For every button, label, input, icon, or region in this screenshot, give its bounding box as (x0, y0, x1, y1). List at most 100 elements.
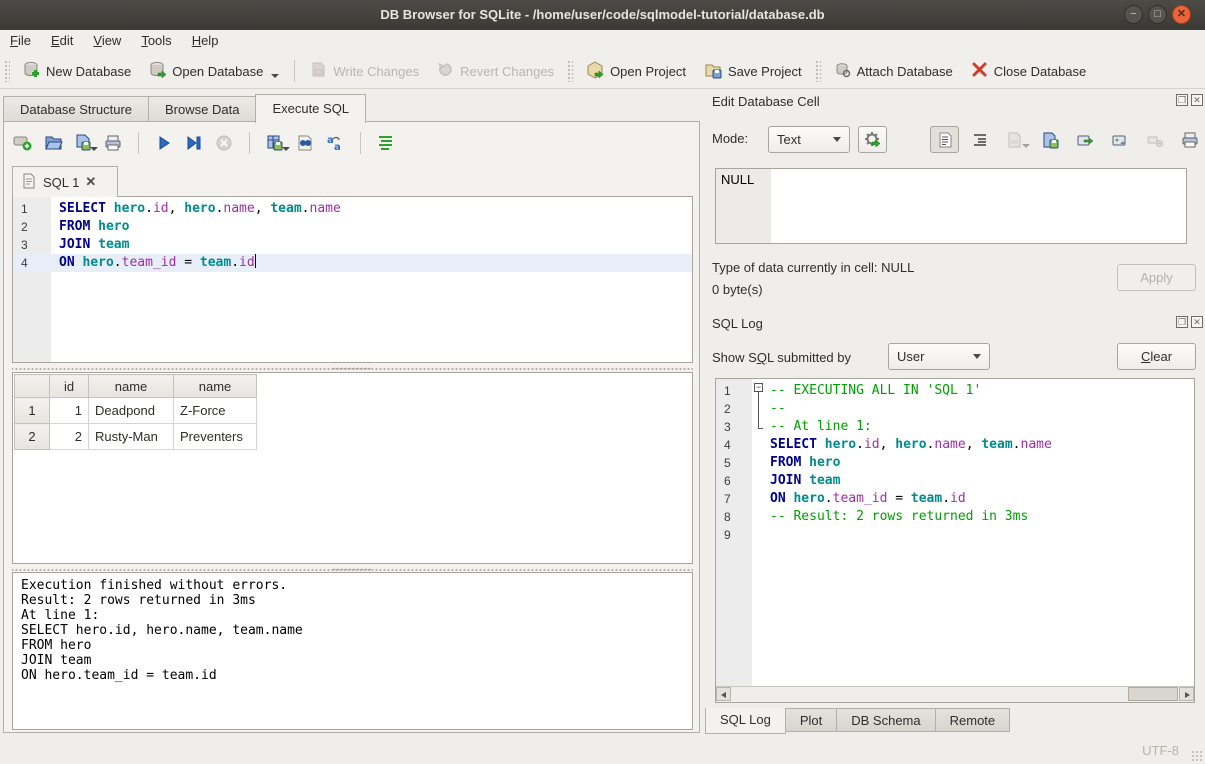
scroll-right-icon[interactable] (1179, 687, 1194, 701)
close-button[interactable]: ✕ (1172, 5, 1191, 24)
execute-current-line-icon[interactable] (183, 132, 205, 154)
menu-tools[interactable]: Tools (131, 30, 181, 54)
editor-results-splitter[interactable] (12, 365, 693, 371)
menu-bar: FileEditViewToolsHelp (0, 30, 1205, 54)
cell-mode-value: Text (777, 132, 801, 147)
column-header-name[interactable]: name (89, 375, 174, 398)
scrollbar-thumb[interactable] (1128, 687, 1178, 701)
new-sql-tab-icon[interactable] (12, 132, 34, 154)
new-database-button[interactable]: New Database (14, 57, 140, 85)
format-sql-icon[interactable] (375, 132, 397, 154)
table-cell[interactable]: Z-Force (174, 398, 257, 424)
menu-help[interactable]: Help (182, 30, 229, 54)
float-dock-icon[interactable]: ❐ (1176, 316, 1188, 328)
menu-edit[interactable]: Edit (41, 30, 83, 54)
table-row[interactable]: 22Rusty-ManPreventers (15, 424, 257, 450)
float-dock-icon[interactable]: ❐ (1176, 94, 1188, 106)
tab-database-structure[interactable]: Database Structure (3, 96, 148, 122)
toolbar-separator (249, 132, 250, 154)
table-cell[interactable]: Deadpond (89, 398, 174, 424)
minimize-button[interactable]: − (1124, 5, 1143, 24)
text-view-icon[interactable] (930, 126, 959, 153)
sql-editor-tab[interactable]: SQL 1 ✕ (12, 166, 118, 197)
bottom-tab-remote[interactable]: Remote (936, 708, 1011, 732)
row-header[interactable]: 1 (15, 398, 50, 424)
log-filter-combo[interactable]: User (888, 343, 990, 370)
set-null-icon[interactable] (1140, 126, 1169, 153)
close-tab-icon[interactable]: ✕ (85, 174, 96, 190)
menu-view[interactable]: View (83, 30, 131, 54)
execution-message-line: Execution finished without errors. (21, 578, 684, 593)
open-sql-file-icon[interactable] (42, 132, 64, 154)
execution-message-box[interactable]: Execution finished without errors.Result… (12, 572, 693, 730)
close-database-button[interactable]: Close Database (962, 57, 1096, 85)
column-header-name[interactable]: name (174, 375, 257, 398)
table-row[interactable]: 11DeadpondZ-Force (15, 398, 257, 424)
save-sql-file-icon[interactable] (72, 132, 94, 154)
maximize-button[interactable]: □ (1148, 5, 1167, 24)
cell-mode-combo[interactable]: Text (768, 126, 850, 153)
log-line: 1-- EXECUTING ALL IN 'SQL 1' (716, 382, 1194, 400)
find-icon[interactable] (294, 132, 316, 154)
close-dock-icon[interactable]: ✕ (1191, 94, 1203, 106)
menu-file[interactable]: File (0, 30, 41, 54)
open-project-button[interactable]: Open Project (577, 57, 695, 86)
clear-log-button[interactable]: Clear (1117, 343, 1196, 370)
sql-editor-toolbar: aa (12, 130, 397, 156)
bottom-tab-plot[interactable]: Plot (786, 708, 837, 732)
scroll-left-icon[interactable] (716, 687, 731, 701)
tab-execute-sql[interactable]: Execute SQL (255, 94, 366, 123)
bottom-tab-sql-log[interactable]: SQL Log (705, 708, 786, 734)
log-line: 5FROM hero (716, 454, 1194, 472)
attach-database-button[interactable]: Attach Database (825, 57, 962, 85)
apply-button[interactable]: Apply (1117, 264, 1196, 291)
find-replace-icon[interactable]: aa (324, 132, 346, 154)
column-header-id[interactable]: id (50, 375, 89, 398)
bottom-tab-db-schema[interactable]: DB Schema (837, 708, 935, 732)
resize-grip[interactable] (1191, 750, 1203, 762)
line-number: 2 (716, 400, 750, 418)
word-wrap-icon[interactable] (965, 126, 994, 153)
row-header[interactable]: 2 (15, 424, 50, 450)
edit-cell-dock-title: Edit Database Cell (712, 94, 820, 109)
log-horizontal-scrollbar[interactable] (716, 686, 1194, 702)
editor-line[interactable]: 4ON hero.team_id = team.id (13, 254, 692, 272)
auto-mode-icon[interactable] (858, 126, 887, 153)
sql-editor[interactable]: 1SELECT hero.id, hero.name, team.name2FR… (12, 196, 693, 363)
tab-browse-data[interactable]: Browse Data (148, 96, 255, 122)
cell-value-editor[interactable]: NULL (715, 168, 1187, 244)
print-icon[interactable] (102, 132, 124, 154)
export-data-icon[interactable] (1035, 126, 1064, 153)
line-number: 1 (13, 200, 47, 218)
copy-image-icon[interactable] (1105, 126, 1134, 153)
dropdown-caret-icon[interactable] (271, 74, 279, 78)
open-external-icon[interactable] (1070, 126, 1099, 153)
sql-log-view[interactable]: − 1-- EXECUTING ALL IN 'SQL 1'2--3-- At … (715, 378, 1195, 703)
stop-icon[interactable] (213, 132, 235, 154)
execute-sql-panel: aa SQL 1 ✕ 1SELECT hero.id, hero.name, t… (3, 121, 700, 733)
table-cell[interactable]: 2 (50, 424, 89, 450)
editor-line[interactable]: 3JOIN team (13, 236, 692, 254)
line-number: 9 (716, 526, 750, 544)
sql-file-icon (21, 172, 37, 193)
print-cell-icon[interactable] (1175, 126, 1204, 153)
svg-text:a: a (327, 135, 334, 146)
execution-message-line: FROM hero (21, 638, 684, 653)
export-results-icon[interactable] (264, 132, 286, 154)
write-changes-button[interactable]: Write Changes (301, 57, 428, 85)
corner-header[interactable] (15, 375, 50, 398)
execution-message-line: SELECT hero.id, hero.name, team.name (21, 623, 684, 638)
save-project-button[interactable]: Save Project (695, 57, 811, 86)
execution-message-line: JOIN team (21, 653, 684, 668)
import-data-icon[interactable] (1000, 126, 1029, 153)
execute-all-icon[interactable] (153, 132, 175, 154)
line-number: 2 (13, 218, 47, 236)
open-database-button[interactable]: Open Database (140, 57, 288, 85)
editor-line[interactable]: 1SELECT hero.id, hero.name, team.name (13, 200, 692, 218)
table-cell[interactable]: Rusty-Man (89, 424, 174, 450)
table-cell[interactable]: 1 (50, 398, 89, 424)
editor-line[interactable]: 2FROM hero (13, 218, 692, 236)
table-cell[interactable]: Preventers (174, 424, 257, 450)
close-dock-icon[interactable]: ✕ (1191, 316, 1203, 328)
revert-changes-button[interactable]: Revert Changes (428, 57, 563, 85)
